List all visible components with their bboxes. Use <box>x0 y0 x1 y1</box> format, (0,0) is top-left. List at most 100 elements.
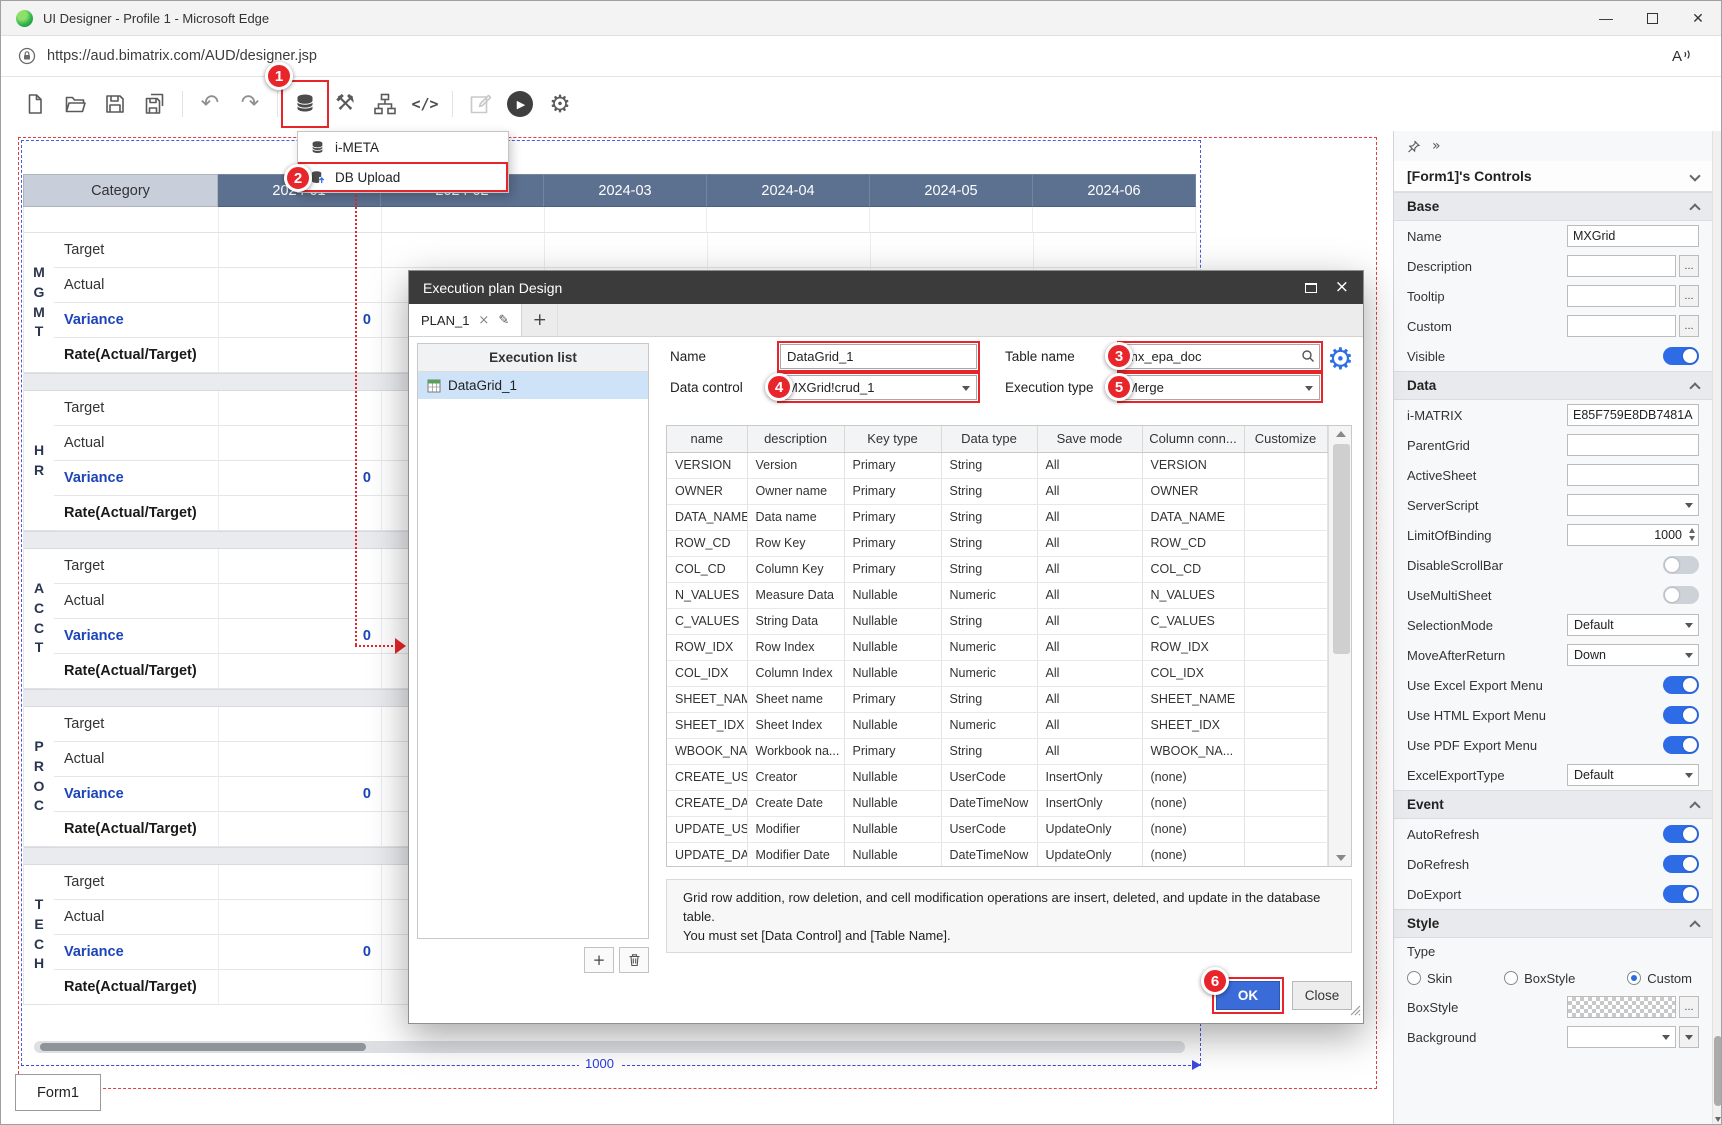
ellipsis-button[interactable]: ... <box>1679 255 1699 277</box>
imatrix-input[interactable] <box>1567 404 1699 426</box>
table-row[interactable]: N_VALUES Measure Data Nullable Numeric A… <box>667 582 1327 608</box>
tab-form1[interactable]: Form1 <box>15 1074 101 1111</box>
open-button[interactable] <box>55 84 95 124</box>
table-row[interactable]: WBOOK_NA... Workbook na... Primary Strin… <box>667 738 1327 764</box>
redo-button[interactable]: ↷ <box>230 84 270 124</box>
usemultisheet-toggle[interactable] <box>1663 586 1699 604</box>
read-aloud-icon[interactable]: A <box>1672 48 1693 65</box>
table-row[interactable]: COL_CD Column Key Primary String All COL… <box>667 556 1327 582</box>
section-header-data[interactable]: Data <box>1394 371 1712 400</box>
excelexporttype-select[interactable]: Default <box>1567 764 1699 786</box>
table-row[interactable]: COL_IDX Column Index Nullable Numeric Al… <box>667 660 1327 686</box>
selectionmode-select[interactable]: Default <box>1567 614 1699 636</box>
ellipsis-button[interactable]: ... <box>1679 996 1699 1018</box>
add-plan-tab-button[interactable]: + <box>522 304 558 336</box>
table-row[interactable]: SHEET_IDX Sheet Index Nullable Numeric A… <box>667 712 1327 738</box>
data-control-select[interactable]: MXGrid!crud_1 <box>780 375 977 400</box>
section-header-base[interactable]: Base <box>1394 192 1712 221</box>
tooltip-input[interactable] <box>1567 285 1676 307</box>
save-button[interactable] <box>95 84 135 124</box>
code-button[interactable]: </> <box>405 84 445 124</box>
add-execution-button[interactable]: + <box>584 947 614 973</box>
boxstyle-pattern-swatch[interactable] <box>1567 996 1676 1018</box>
tab-plan-1[interactable]: PLAN_1 × ✎ <box>409 304 522 336</box>
section-header-style[interactable]: Style <box>1394 909 1712 938</box>
undo-button[interactable]: ↶ <box>190 84 230 124</box>
radio-custom[interactable]: Custom <box>1627 971 1692 986</box>
panel-title-row[interactable]: [Form1]'s Controls <box>1394 161 1712 192</box>
table-row[interactable]: ROW_CD Row Key Primary String All ROW_CD <box>667 530 1327 556</box>
section-header-event[interactable]: Event <box>1394 790 1712 819</box>
table-row[interactable]: ROW_IDX Row Index Nullable Numeric All R… <box>667 634 1327 660</box>
structure-button[interactable] <box>365 84 405 124</box>
table-row[interactable]: VERSION Version Primary String All VERSI… <box>667 452 1327 478</box>
column-header[interactable]: Data type <box>941 426 1037 452</box>
table-row[interactable]: DATA_NAME Data name Primary String All D… <box>667 504 1327 530</box>
tools-button[interactable]: ⚒ <box>325 84 365 124</box>
pdf-export-toggle[interactable] <box>1663 736 1699 754</box>
table-row[interactable]: UPDATE_DATE Modifier Date Nullable DateT… <box>667 842 1327 867</box>
name-input[interactable] <box>780 344 977 369</box>
disablescrollbar-toggle[interactable] <box>1663 556 1699 574</box>
ok-button[interactable]: OK 6 <box>1216 981 1280 1010</box>
table-row[interactable]: SHEET_NAME Sheet name Primary String All… <box>667 686 1327 712</box>
settings-button[interactable]: ⚙ <box>540 84 580 124</box>
custom-input[interactable] <box>1567 315 1676 337</box>
spin-down-icon[interactable] <box>1689 536 1695 541</box>
serverscript-select[interactable] <box>1567 494 1699 516</box>
table-row[interactable]: OWNER Owner name Primary String All OWNE… <box>667 478 1327 504</box>
scroll-up-icon[interactable] <box>1336 431 1346 437</box>
scrollbar-thumb[interactable] <box>1714 1036 1722 1106</box>
scroll-down-icon[interactable] <box>1336 855 1346 861</box>
maximize-button[interactable] <box>1629 1 1675 35</box>
moveafterreturn-select[interactable]: Down <box>1567 644 1699 666</box>
minimize-button[interactable]: — <box>1583 1 1629 35</box>
execution-list-item-datagrid1[interactable]: DataGrid_1 <box>418 372 648 399</box>
column-header[interactable]: description <box>747 426 844 452</box>
radio-boxstyle[interactable]: BoxStyle <box>1504 971 1575 986</box>
panel-vertical-scrollbar[interactable] <box>1712 131 1722 1125</box>
menu-item-imeta[interactable]: i-META <box>298 132 508 162</box>
table-row[interactable]: CREATE_USER Creator Nullable UserCode In… <box>667 764 1327 790</box>
database-button[interactable]: 1 <box>285 84 325 124</box>
background-dropdown-button[interactable] <box>1679 1026 1699 1048</box>
menu-item-db-upload[interactable]: DB Upload 2 <box>298 162 508 192</box>
tab-rename-icon[interactable]: ✎ <box>498 313 509 328</box>
tab-close-icon[interactable]: × <box>478 313 489 328</box>
new-document-button[interactable] <box>15 84 55 124</box>
scrollbar-thumb[interactable] <box>1333 444 1350 654</box>
table-vertical-scrollbar[interactable] <box>1328 426 1353 866</box>
canvas-horizontal-scrollbar[interactable] <box>34 1041 1185 1053</box>
ellipsis-button[interactable]: ... <box>1679 285 1699 307</box>
save-all-button[interactable] <box>135 84 175 124</box>
column-header[interactable]: Customize <box>1244 426 1327 452</box>
autorefresh-toggle[interactable] <box>1663 825 1699 843</box>
expand-panel-icon[interactable]: » <box>1432 138 1441 154</box>
parentgrid-input[interactable] <box>1567 434 1699 456</box>
delete-execution-button[interactable] <box>619 947 649 973</box>
activesheet-input[interactable] <box>1567 464 1699 486</box>
html-export-toggle[interactable] <box>1663 706 1699 724</box>
dialog-close-icon[interactable]: × <box>1335 279 1349 296</box>
plan-settings-gear-icon[interactable]: ⚙ <box>1327 345 1354 375</box>
background-select[interactable] <box>1567 1026 1676 1048</box>
table-row[interactable]: C_VALUES String Data Nullable String All… <box>667 608 1327 634</box>
column-header[interactable]: name <box>667 426 747 452</box>
dialog-maximize-icon[interactable] <box>1305 283 1317 293</box>
table-row[interactable]: CREATE_DATE Create Date Nullable DateTim… <box>667 790 1327 816</box>
close-dialog-button[interactable]: Close <box>1292 981 1352 1010</box>
dialog-titlebar[interactable]: Execution plan Design × <box>409 271 1363 304</box>
table-search-icon[interactable] <box>1301 349 1315 368</box>
dialog-resize-grip[interactable] <box>1349 1003 1361 1021</box>
column-header[interactable]: Key type <box>844 426 941 452</box>
pin-icon[interactable] <box>1407 140 1420 153</box>
ellipsis-button[interactable]: ... <box>1679 315 1699 337</box>
excel-export-toggle[interactable] <box>1663 676 1699 694</box>
doexport-toggle[interactable] <box>1663 885 1699 903</box>
table-name-input[interactable] <box>1120 344 1320 369</box>
scroll-down-icon[interactable] <box>1715 1117 1721 1122</box>
radio-skin[interactable]: Skin <box>1407 971 1452 986</box>
visible-toggle[interactable] <box>1663 347 1699 365</box>
execution-type-select[interactable]: Merge <box>1120 375 1320 400</box>
column-header[interactable]: Save mode <box>1037 426 1142 452</box>
